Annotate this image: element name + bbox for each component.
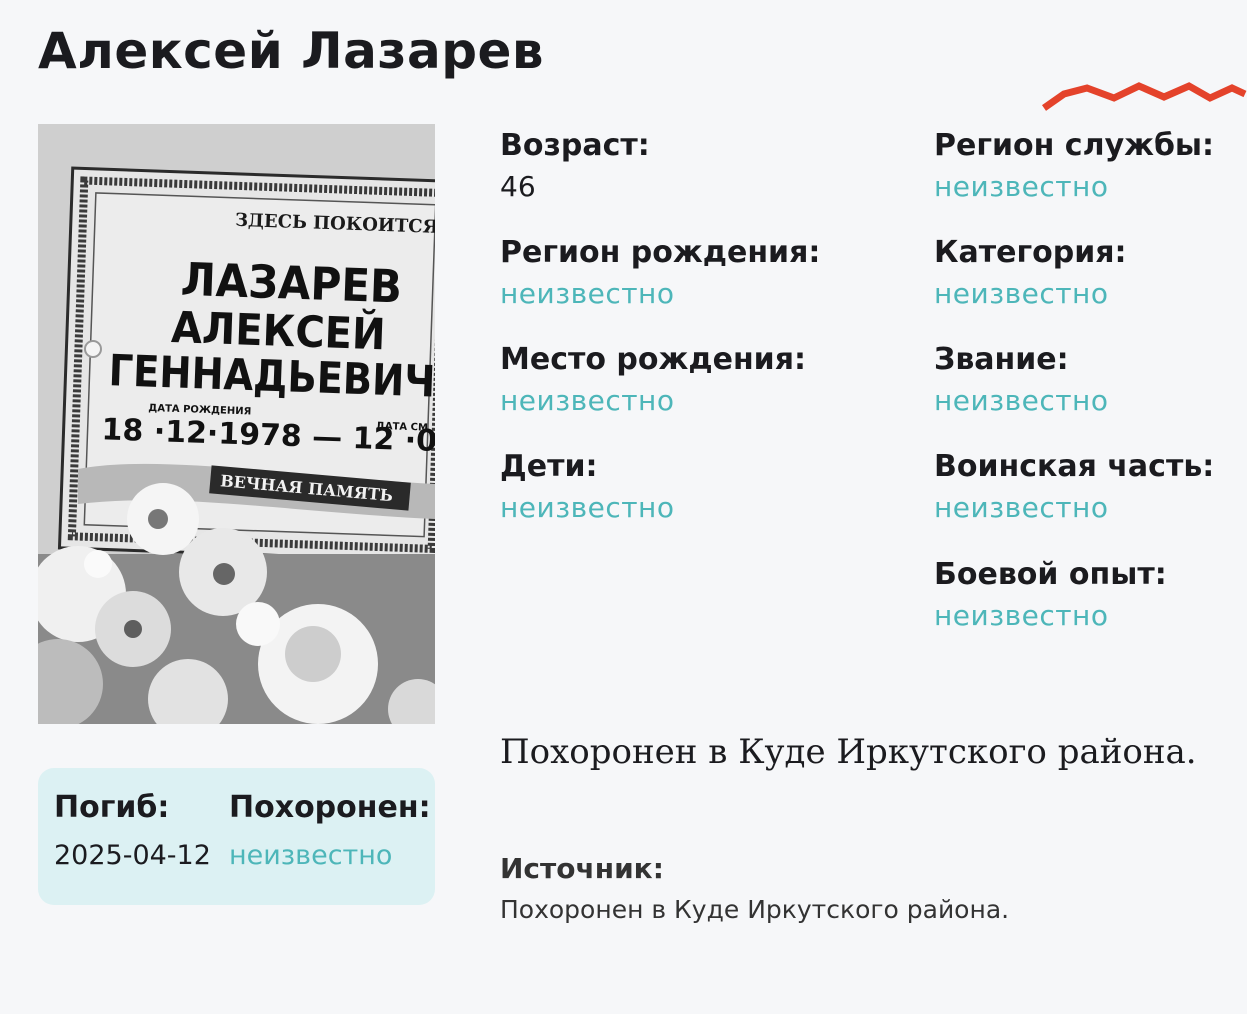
field-rank-value: неизвестно <box>934 384 1109 417</box>
page-title: Алексей Лазарев <box>38 22 545 80</box>
buried-value: неизвестно <box>229 840 393 871</box>
bio-text: Похоронен в Куде Иркутского района. <box>500 732 1197 772</box>
field-birth-place-value: неизвестно <box>500 384 675 417</box>
field-birth-region-label: Регион рождения: <box>500 235 821 270</box>
field-birth-place: Место рождения: неизвестно <box>500 342 806 417</box>
field-age-label: Возраст: <box>500 128 650 163</box>
buried-label: Похоронен: <box>229 790 431 825</box>
death-burial-card: Погиб: 2025-04-12 Похоронен: неизвестно <box>38 768 435 905</box>
memorial-photo: ЗДЕСЬ ПОКОИТСЯ ЛАЗАРЕВ АЛЕКСЕЙ ГЕННАДЬЕВ… <box>38 124 435 724</box>
field-category-label: Категория: <box>934 235 1127 270</box>
field-military-unit-label: Воинская часть: <box>934 449 1215 484</box>
field-children-label: Дети: <box>500 449 598 484</box>
field-category-value: неизвестно <box>934 277 1109 310</box>
field-combat-experience: Боевой опыт: неизвестно <box>934 557 1167 632</box>
field-birth-region-value: неизвестно <box>500 277 675 310</box>
field-rank: Звание: неизвестно <box>934 342 1109 417</box>
field-service-region: Регион службы: неизвестно <box>934 128 1214 203</box>
field-military-unit: Воинская часть: неизвестно <box>934 449 1214 524</box>
field-birth-place-label: Место рождения: <box>500 342 806 377</box>
source-label: Источник: <box>500 852 664 885</box>
field-combat-experience-value: неизвестно <box>934 599 1109 632</box>
field-combat-experience-label: Боевой опыт: <box>934 557 1167 592</box>
died-label: Погиб: <box>54 790 170 825</box>
field-military-unit-value: неизвестно <box>934 491 1109 524</box>
field-children-value: неизвестно <box>500 491 675 524</box>
field-service-region-label: Регион службы: <box>934 128 1215 163</box>
field-category: Категория: неизвестно <box>934 235 1127 310</box>
source-text: Похоронен в Куде Иркутского района. <box>500 895 1010 924</box>
decorative-zigzag <box>1042 82 1247 111</box>
field-birth-region: Регион рождения: неизвестно <box>500 235 820 310</box>
field-age-value: 46 <box>500 170 536 203</box>
field-age: Возраст: 46 <box>500 128 650 203</box>
field-service-region-value: неизвестно <box>934 170 1109 203</box>
source-block: Источник: Похоронен в Куде Иркутского ра… <box>500 852 1009 924</box>
field-rank-label: Звание: <box>934 342 1069 377</box>
field-children: Дети: неизвестно <box>500 449 675 524</box>
died-value: 2025-04-12 <box>54 840 211 871</box>
